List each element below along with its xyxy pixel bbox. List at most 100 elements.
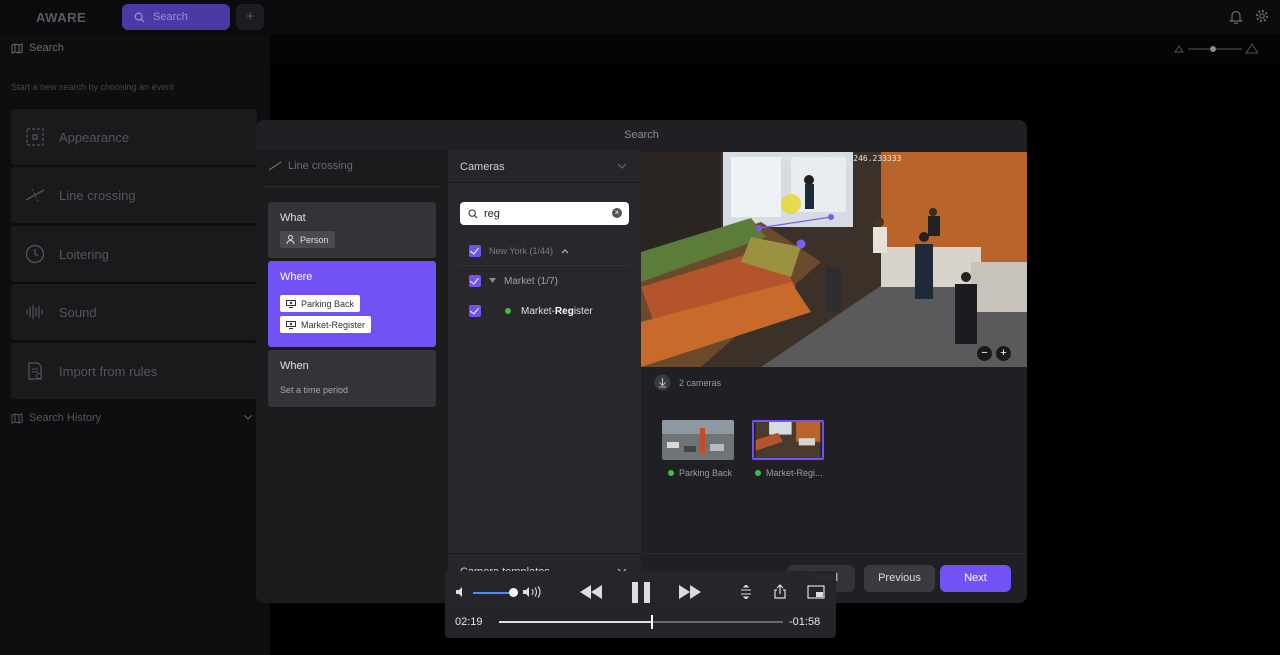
fast-forward-icon[interactable] <box>678 585 702 599</box>
event-label: Sound <box>59 304 97 320</box>
search-history-toggle[interactable]: Search History <box>11 412 257 424</box>
step-when[interactable]: When Set a time period <box>268 350 436 407</box>
tree-region-row[interactable]: New York (1/44) <box>469 245 569 257</box>
search-match-highlight: Reg <box>554 305 574 317</box>
bell-icon[interactable] <box>1229 9 1243 24</box>
add-tab-button[interactable]: + <box>236 4 264 30</box>
volume-slider-knob[interactable] <box>509 588 518 597</box>
next-button[interactable]: Next <box>940 565 1011 592</box>
site-checkbox[interactable] <box>469 275 481 287</box>
zoom-out-icon[interactable]: − <box>977 346 992 361</box>
cameras-header[interactable]: Cameras <box>448 150 641 183</box>
clock-icon <box>25 244 45 264</box>
divider <box>460 265 629 266</box>
step-where[interactable]: Where Parking Back Market-Register <box>268 261 436 347</box>
sound-wave-icon <box>26 305 43 319</box>
video-player-controls: 02:19 -01:58 <box>445 571 836 638</box>
step-title: Where <box>280 271 313 283</box>
tag-label: Market-Register <box>301 319 366 330</box>
main-toolbar <box>270 34 1280 64</box>
camera-icon <box>286 320 296 329</box>
line-crossing-icon <box>268 161 282 171</box>
preview-zoom-controls: − + <box>977 346 1011 361</box>
picture-in-picture-icon[interactable] <box>807 585 825 599</box>
caret-down-icon[interactable] <box>489 278 496 284</box>
event-import-from-rules[interactable]: Import from rules <box>11 343 257 399</box>
sidebar-hint: Start a new search by choosing an event <box>11 82 174 92</box>
modal-title: Search <box>624 129 659 141</box>
gear-icon[interactable] <box>1255 9 1269 23</box>
event-sound[interactable]: Sound <box>11 284 257 340</box>
search-steps-panel: Line crossing What Person Where Parking … <box>256 150 448 603</box>
volume-high-icon[interactable] <box>522 586 542 598</box>
tree-site-row[interactable]: Market (1/7) <box>469 275 558 287</box>
market-thumbnail-image <box>755 422 821 458</box>
remaining-time: -01:58 <box>789 616 821 628</box>
camera-search-value: reg <box>484 207 500 220</box>
playback-progress-bar[interactable] <box>499 615 783 629</box>
pause-icon[interactable] <box>631 582 651 603</box>
camera-thumbnail-selected[interactable] <box>752 420 824 460</box>
line-crossing-icon <box>25 188 45 202</box>
search-icon <box>134 12 145 23</box>
camera-count-label: 2 cameras <box>679 377 722 388</box>
share-icon[interactable] <box>774 584 786 599</box>
search-history-label: Search History <box>29 412 102 424</box>
app-logo: AWARE <box>36 10 87 25</box>
map-icon <box>11 412 23 424</box>
step-subtitle: Set a time period <box>280 385 349 395</box>
online-status-dot <box>755 470 761 476</box>
camera-label: Market-Register <box>521 305 593 317</box>
person-icon <box>286 235 295 244</box>
rewind-icon[interactable] <box>579 585 603 599</box>
sidebar-title: Search <box>29 42 64 54</box>
tag-label: Person <box>300 234 329 245</box>
site-label: Market (1/7) <box>504 275 558 287</box>
chevron-up-icon[interactable] <box>561 248 569 254</box>
elapsed-time: 02:19 <box>455 616 483 628</box>
thumbnail-label: Parking Back <box>668 468 732 478</box>
zoom-in-icon[interactable]: + <box>996 346 1011 361</box>
event-loitering[interactable]: Loitering <box>11 226 257 282</box>
where-tag-camera[interactable]: Parking Back <box>280 295 361 312</box>
search-tab-button[interactable]: Search <box>122 4 230 30</box>
where-tag-camera[interactable]: Market-Register <box>280 316 372 333</box>
camera-preview[interactable]: 640x360@30.00: 246.233333 − + <box>641 152 1027 367</box>
resize-icon[interactable] <box>739 585 753 599</box>
download-icon[interactable] <box>654 374 671 391</box>
appearance-icon <box>26 128 44 146</box>
step-title: What <box>280 212 306 224</box>
progress-fill <box>499 621 653 623</box>
cameras-panel: Cameras reg × New York (1/44) Market (1/… <box>448 150 641 603</box>
camera-icon <box>286 299 296 308</box>
volume-low-icon[interactable] <box>455 586 467 598</box>
camera-checkbox[interactable] <box>469 305 481 317</box>
store-camera-image <box>641 152 1027 367</box>
camera-count: 2 cameras <box>654 374 721 391</box>
region-label: New York (1/44) <box>489 246 554 256</box>
step-title: When <box>280 360 309 372</box>
region-checkbox[interactable] <box>469 245 481 257</box>
parking-thumbnail-image <box>662 420 734 460</box>
event-appearance[interactable]: Appearance <box>11 109 257 165</box>
stream-resolution-label: 640x360@30.00: 246.233333 <box>781 154 902 163</box>
online-status-dot <box>505 308 511 314</box>
timeline-zoom-slider[interactable] <box>1172 42 1258 56</box>
camera-search-input[interactable]: reg × <box>460 202 629 225</box>
thumbnail-label: Market-Regi... <box>755 468 823 478</box>
search-tab-label: Search <box>153 11 188 23</box>
what-tag-person[interactable]: Person <box>280 231 335 248</box>
chevron-down-icon <box>243 414 253 420</box>
sidebar-header: Search <box>11 42 64 54</box>
clear-search-icon[interactable]: × <box>612 208 622 218</box>
camera-thumbnail[interactable] <box>662 420 734 460</box>
search-modal: Search Line crossing What Person Where P… <box>256 120 1027 603</box>
tree-camera-row[interactable]: Market-Register <box>469 305 593 317</box>
event-label: Appearance <box>59 129 130 145</box>
preview-panel: 640x360@30.00: 246.233333 − + 2 cameras <box>641 150 1027 553</box>
previous-button[interactable]: Previous <box>864 565 935 592</box>
step-what[interactable]: What Person <box>268 202 436 258</box>
event-line-crossing[interactable]: Line crossing <box>11 167 257 223</box>
progress-scrubber[interactable] <box>651 615 654 629</box>
online-status-dot <box>668 470 674 476</box>
